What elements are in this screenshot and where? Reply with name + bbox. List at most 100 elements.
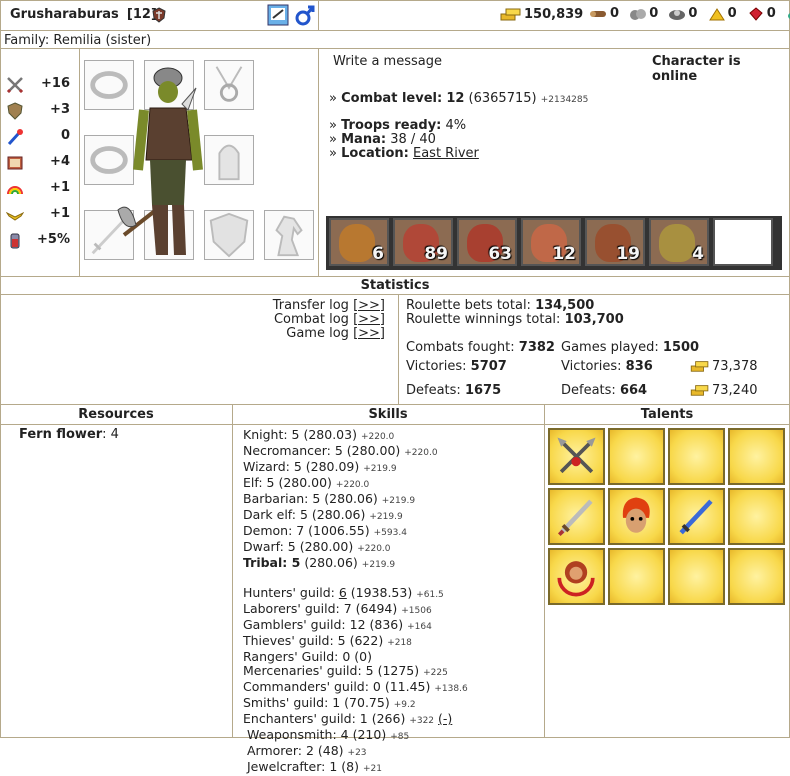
talent-slot-3[interactable] bbox=[668, 428, 725, 485]
initiative-icon bbox=[6, 232, 24, 250]
stat-knowledge: +4 bbox=[0, 151, 78, 177]
talent-slot-9[interactable] bbox=[548, 548, 605, 605]
unit-count: 19 bbox=[616, 244, 640, 264]
guild-gamblers: Gamblers' guild: 12 (836) +164 bbox=[243, 617, 432, 633]
combat-log-link[interactable]: [>>] bbox=[353, 312, 385, 327]
transfer-log-row: Transfer log [>>] bbox=[273, 298, 385, 313]
talent-slot-4[interactable] bbox=[728, 428, 785, 485]
transfer-log-link[interactable]: [>>] bbox=[353, 298, 385, 313]
resource-fern-flower: Fern flower: 4 bbox=[19, 427, 119, 442]
combat-log-row: Combat log [>>] bbox=[274, 312, 385, 327]
victories-value: 5707 bbox=[470, 359, 507, 374]
guild-thieves: Thieves' guild: 5 (622) +218 bbox=[243, 633, 412, 649]
army-unit-6[interactable]: 4 bbox=[649, 218, 709, 266]
gold-icon bbox=[690, 359, 710, 373]
game-log-label: Game log bbox=[286, 326, 349, 341]
hero-portrait-icon[interactable] bbox=[267, 4, 289, 26]
talent-slot-1[interactable] bbox=[548, 428, 605, 485]
sword-icon bbox=[557, 499, 593, 536]
combat-log-label: Combat log bbox=[273, 312, 349, 327]
guild-weaponsmith: Weaponsmith: 4 (210) +85 bbox=[247, 727, 410, 743]
sulfur-count: 0 bbox=[727, 6, 737, 21]
stat-attack-value: +16 bbox=[41, 76, 70, 91]
mount-slot[interactable] bbox=[264, 210, 314, 260]
army-unit-1[interactable]: 6 bbox=[329, 218, 389, 266]
talent-slot-7[interactable] bbox=[668, 488, 725, 545]
unit-count: 4 bbox=[692, 244, 704, 264]
bets-label: Roulette bets total: bbox=[406, 298, 531, 313]
character-name: Grusharaburas [12] bbox=[10, 7, 157, 22]
blue-sword-icon bbox=[679, 499, 713, 535]
army-unit-5[interactable]: 19 bbox=[585, 218, 645, 266]
game-victories-value: 836 bbox=[625, 359, 653, 374]
combat-defeats: Defeats: 1675 bbox=[406, 383, 501, 398]
mana-value: 38 / 40 bbox=[390, 132, 436, 147]
combats-label: Combats fought: bbox=[406, 340, 515, 355]
roulette-bets: Roulette bets total: 134,500 bbox=[406, 298, 594, 313]
stat-spellpower-value: 0 bbox=[60, 128, 70, 143]
guild-armorer: Armorer: 2 (48) +23 bbox=[247, 743, 367, 759]
skill-necromancer: Necromancer: 5 (280.00) +220.0 bbox=[243, 443, 438, 459]
talent-slot-5[interactable] bbox=[548, 488, 605, 545]
stat-knowledge-value: +4 bbox=[50, 154, 70, 169]
combat-victories: Victories: 5707 bbox=[406, 359, 507, 374]
talent-slot-10[interactable] bbox=[608, 548, 665, 605]
skill-barbarian: Barbarian: 5 (280.06) +219.9 bbox=[243, 491, 416, 507]
talent-slot-2[interactable] bbox=[608, 428, 665, 485]
skill-demon: Demon: 7 (1006.55) +593.4 bbox=[243, 523, 407, 539]
troops-row: » Troops ready: 4% bbox=[329, 118, 466, 133]
skills-heading: Skills bbox=[368, 407, 408, 422]
unit-count: 89 bbox=[424, 244, 448, 264]
stat-morale: +1 bbox=[0, 203, 78, 229]
mercury-count: 0 bbox=[688, 6, 698, 21]
army-unit-4[interactable]: 12 bbox=[521, 218, 581, 266]
hero-avatar bbox=[116, 60, 222, 270]
guild-smiths: Smiths' guild: 1 (70.75) +9.2 bbox=[243, 695, 416, 711]
talent-slot-8[interactable] bbox=[728, 488, 785, 545]
hunters-guild-link[interactable]: 6 bbox=[339, 585, 347, 600]
games-played: Games played: 1500 bbox=[561, 340, 699, 355]
mana-label: Mana: bbox=[341, 132, 387, 147]
defeats-value: 1675 bbox=[464, 383, 502, 398]
stat-morale-value: +1 bbox=[50, 206, 70, 221]
winnings-label: Roulette winnings total: bbox=[406, 312, 561, 327]
talent-slot-11[interactable] bbox=[668, 548, 725, 605]
stat-luck-value: +1 bbox=[50, 180, 70, 195]
mercury-icon bbox=[668, 7, 686, 21]
resource-name: Fern flower bbox=[19, 427, 103, 442]
crystal-count: 0 bbox=[766, 6, 776, 21]
army-unit-3[interactable]: 63 bbox=[457, 218, 517, 266]
games-value: 1500 bbox=[662, 340, 700, 355]
wood-icon bbox=[590, 7, 608, 21]
talent-slot-6[interactable] bbox=[608, 488, 665, 545]
gold-icon bbox=[500, 6, 522, 22]
write-message-link[interactable]: Write a message bbox=[333, 54, 442, 69]
army-slot-empty[interactable] bbox=[713, 218, 773, 266]
stat-luck: +1 bbox=[0, 177, 78, 203]
resources-heading: Resources bbox=[78, 407, 154, 422]
unit-count: 63 bbox=[488, 244, 512, 264]
skill-dwarf: Dwarf: 5 (280.00) +220.0 bbox=[243, 539, 391, 555]
sulfur-icon bbox=[708, 7, 726, 21]
game-victories-label: Victories: bbox=[561, 359, 622, 374]
army-unit-2[interactable]: 89 bbox=[393, 218, 453, 266]
stat-defense: +3 bbox=[0, 99, 78, 125]
unit-count: 6 bbox=[372, 244, 384, 264]
morale-icon bbox=[5, 206, 25, 224]
berserker-face-icon bbox=[622, 497, 650, 533]
location-link[interactable]: East River bbox=[413, 146, 479, 161]
stat-initiative-value: +5% bbox=[37, 232, 70, 247]
online-status: Character is online bbox=[652, 54, 741, 84]
game-log-link[interactable]: [>>] bbox=[353, 326, 385, 341]
enchanters-detail-link[interactable]: (-) bbox=[438, 711, 452, 726]
mana-row: » Mana: 38 / 40 bbox=[329, 132, 436, 147]
games-label: Games played: bbox=[561, 340, 659, 355]
combat-exp: (6365715) bbox=[468, 91, 537, 106]
location-row: » Location: East River bbox=[329, 146, 479, 161]
attack-icon bbox=[6, 76, 24, 94]
skills-list: Knight: 5 (280.03) +220.0 Necromancer: 5… bbox=[243, 428, 468, 776]
talent-slot-12[interactable] bbox=[728, 548, 785, 605]
combats-fought: Combats fought: 7382 bbox=[406, 340, 555, 355]
clan-emblem-icon[interactable] bbox=[151, 7, 167, 23]
gold-won: 73,378 bbox=[712, 359, 758, 374]
